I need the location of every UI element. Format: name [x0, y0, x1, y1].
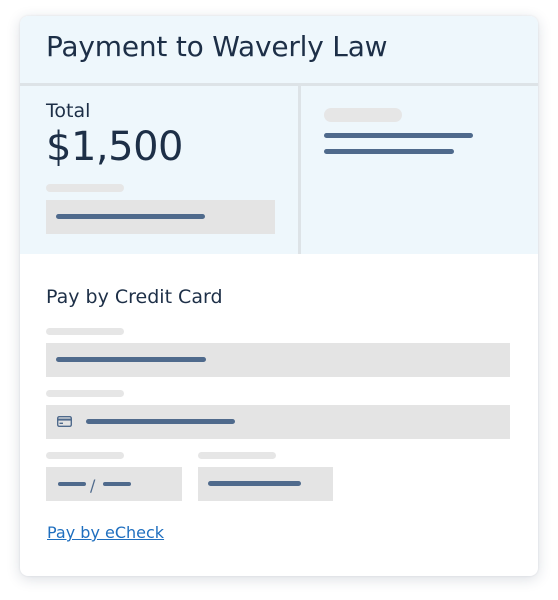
total-label: Total [46, 100, 91, 122]
card-number-label-placeholder [46, 390, 124, 397]
expiry-input[interactable] [46, 467, 182, 501]
name-field-label-placeholder [46, 328, 124, 335]
summary-divider [298, 86, 301, 254]
placeholder-text-line [86, 419, 235, 424]
name-on-card-input[interactable] [46, 343, 510, 377]
expiry-label-placeholder [46, 452, 124, 459]
expiry-month-placeholder [58, 482, 86, 486]
summary-field-label-placeholder [46, 184, 124, 192]
payment-card: Payment to Waverly Law Total $1,500 Pay … [20, 16, 538, 576]
total-amount: $1,500 [46, 124, 183, 170]
credit-card-icon [57, 416, 72, 427]
cvv-input[interactable] [198, 467, 333, 501]
expiry-separator: / [90, 476, 96, 495]
expiry-year-placeholder [103, 482, 131, 486]
summary-field-placeholder[interactable] [46, 200, 275, 234]
payment-header: Payment to Waverly Law [20, 16, 538, 86]
cvv-label-placeholder [198, 452, 276, 459]
placeholder-text-line [208, 481, 301, 486]
pay-by-echeck-link[interactable]: Pay by eCheck [47, 523, 164, 542]
card-number-input[interactable] [46, 405, 510, 439]
details-heading-placeholder [324, 108, 402, 122]
placeholder-text-line [56, 357, 206, 362]
placeholder-text-line [56, 214, 205, 219]
page-title: Payment to Waverly Law [46, 30, 388, 63]
credit-card-section-title: Pay by Credit Card [46, 286, 223, 308]
payment-summary: Total $1,500 [20, 86, 538, 254]
details-line-placeholder [324, 149, 454, 154]
details-line-placeholder [324, 133, 473, 138]
